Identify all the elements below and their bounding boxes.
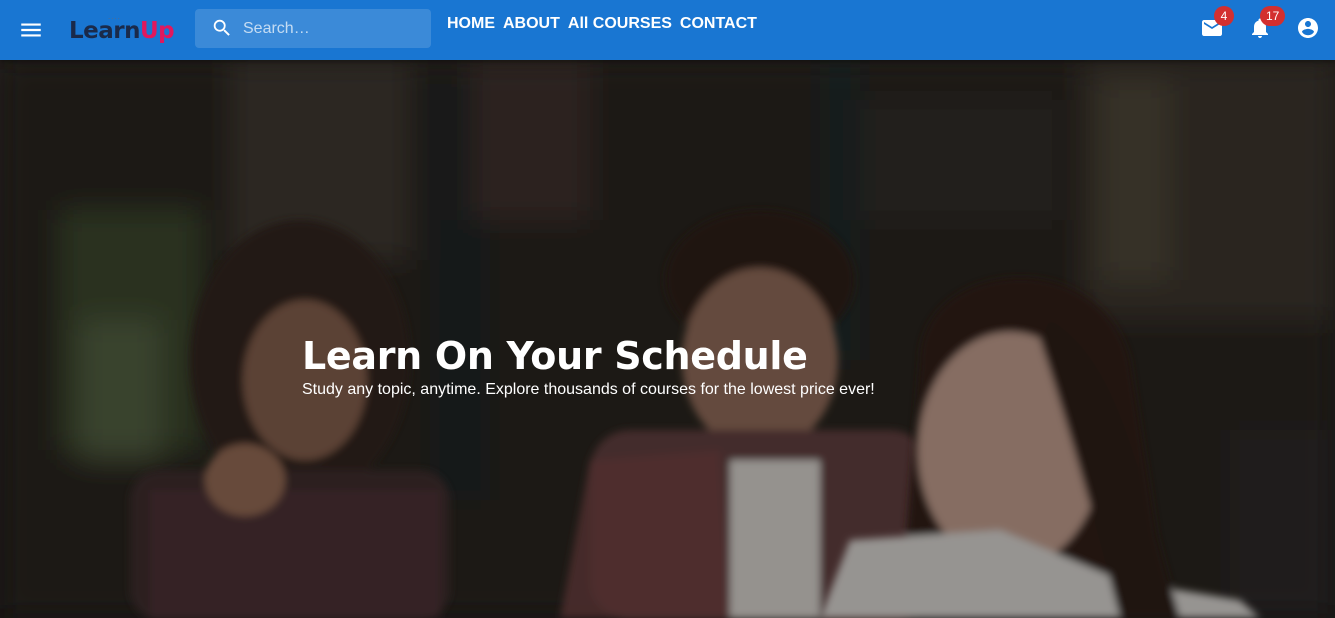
notifications-button[interactable]: 17 [1246, 6, 1286, 42]
logo-text-up: Up [140, 18, 175, 44]
nav-link-about[interactable]: ABOUT [503, 15, 560, 33]
menu-button[interactable] [18, 17, 44, 43]
search-input[interactable] [243, 17, 419, 41]
hero-banner: Learn On Your Schedule Study any topic, … [0, 60, 1335, 618]
logo-text-learn: Learn [69, 18, 141, 44]
nav-link-all-courses[interactable]: All COURSES [568, 15, 672, 33]
search-box[interactable] [195, 9, 431, 48]
nav-link-home[interactable]: HOME [447, 15, 495, 33]
menu-icon [21, 23, 41, 37]
brand-logo[interactable]: .... LearnUp [69, 12, 175, 48]
search-icon [213, 19, 230, 36]
main-nav: HOME ABOUT All COURSES CONTACT [447, 15, 757, 33]
nav-link-contact[interactable]: CONTACT [680, 15, 757, 33]
mail-count-badge: 4 [1214, 6, 1234, 26]
hero-title: Learn On Your Schedule [302, 334, 808, 378]
hero-subtitle: Study any topic, anytime. Explore thousa… [302, 381, 875, 398]
account-button[interactable] [1294, 14, 1322, 42]
mail-button[interactable]: 4 [1198, 6, 1234, 42]
account-circle-icon [1298, 18, 1318, 38]
notification-count-badge: 17 [1260, 6, 1286, 26]
top-app-bar: .... LearnUp HOME ABOUT All COURSES CONT… [0, 0, 1335, 60]
logo-wordmark: LearnUp [69, 18, 175, 44]
